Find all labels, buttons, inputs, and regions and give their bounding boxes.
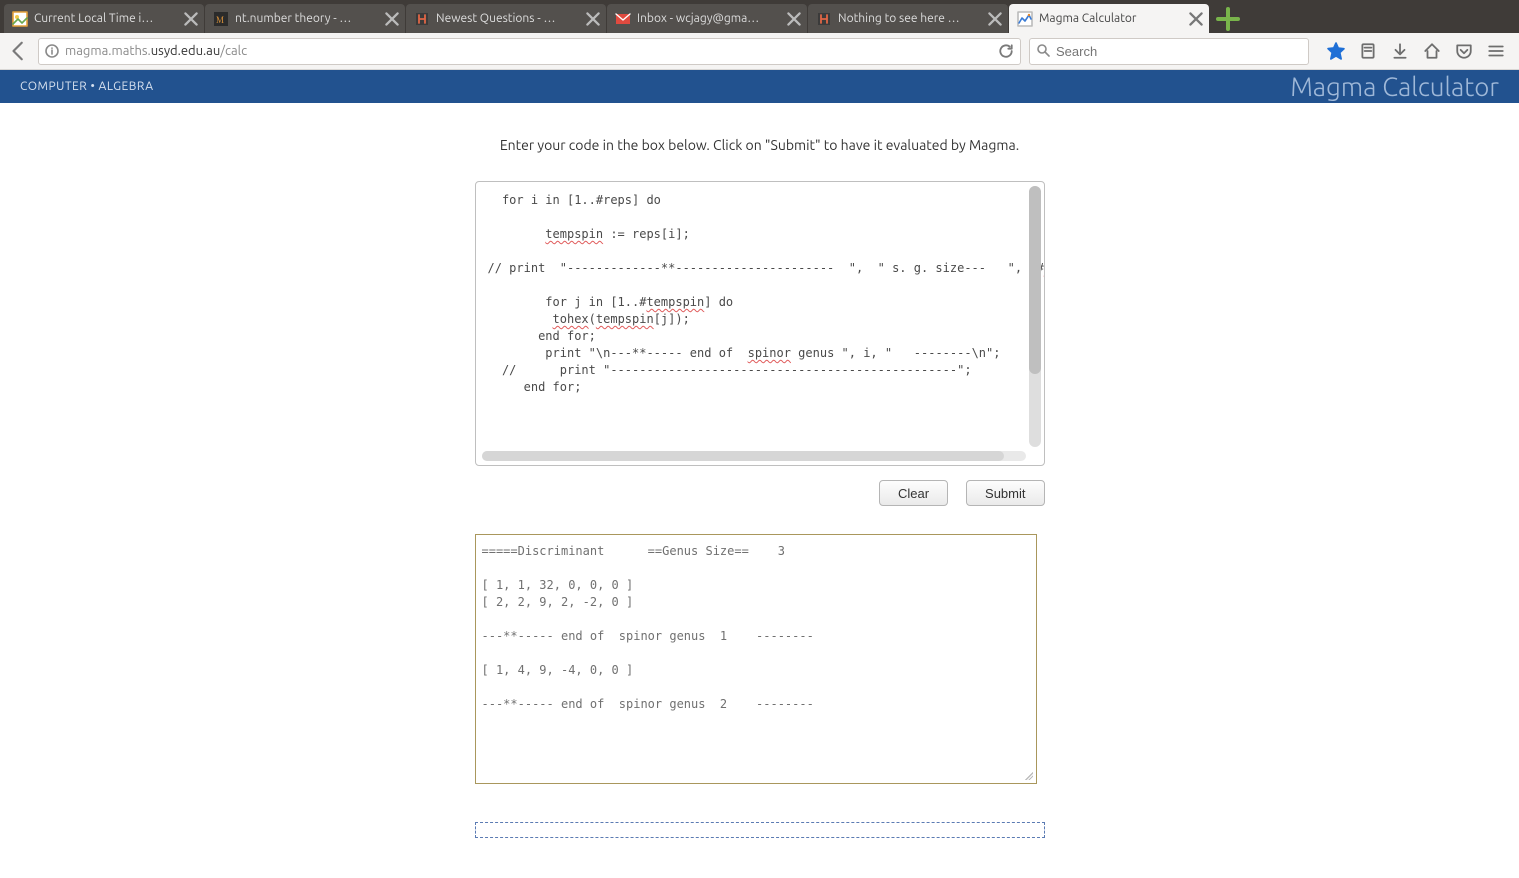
- favicon-icon: [12, 11, 28, 27]
- favicon-icon: M: [213, 11, 229, 27]
- close-icon[interactable]: [1189, 12, 1203, 26]
- favicon-icon: [414, 11, 430, 27]
- favicon-icon: [615, 11, 631, 27]
- tab-title: nt.number theory - …: [235, 12, 379, 25]
- page-banner: COMPUTER • ALGEBRA Magma Calculator: [0, 70, 1519, 103]
- url-pre: magma.maths.: [65, 44, 151, 58]
- search-box[interactable]: [1029, 38, 1309, 65]
- vertical-scrollbar[interactable]: [1029, 186, 1041, 447]
- close-icon[interactable]: [988, 12, 1002, 26]
- tab-title: Nothing to see here …: [838, 12, 982, 25]
- close-icon[interactable]: [385, 12, 399, 26]
- vertical-scroll-thumb[interactable]: [1029, 186, 1041, 374]
- bookmark-star-icon[interactable]: [1327, 42, 1345, 60]
- browser-tab[interactable]: Newest Questions - …: [406, 4, 606, 33]
- tab-title: Inbox - wcjagy@gma…: [637, 12, 781, 25]
- svg-text:M: M: [216, 15, 224, 25]
- horizontal-scroll-thumb[interactable]: [482, 451, 1004, 461]
- pocket-icon[interactable]: [1455, 42, 1473, 60]
- url-text: magma.maths.usyd.edu.au/calc: [65, 44, 992, 58]
- browser-tab[interactable]: Nothing to see here …: [808, 4, 1008, 33]
- instruction-text: Enter your code in the box below. Click …: [500, 137, 1019, 153]
- output-box[interactable]: =====Discriminant ==Genus Size== 3 [ 1, …: [475, 534, 1037, 784]
- url-bar[interactable]: magma.maths.usyd.edu.au/calc: [38, 38, 1021, 65]
- output-text: =====Discriminant ==Genus Size== 3 [ 1, …: [482, 544, 814, 711]
- favicon-icon: [816, 11, 832, 27]
- close-icon[interactable]: [586, 12, 600, 26]
- url-post: /calc: [220, 44, 247, 58]
- toolbar-icons: [1317, 42, 1511, 60]
- downloads-icon[interactable]: [1391, 42, 1409, 60]
- page-content: Enter your code in the box below. Click …: [0, 103, 1519, 878]
- home-icon[interactable]: [1423, 42, 1441, 60]
- url-host: usyd.edu.au: [151, 44, 221, 58]
- browser-tab[interactable]: M nt.number theory - …: [205, 4, 405, 33]
- browser-tabstrip: Current Local Time i… M nt.number theory…: [0, 0, 1519, 33]
- search-icon: [1036, 43, 1050, 60]
- tab-title: Current Local Time i…: [34, 12, 178, 25]
- close-icon[interactable]: [184, 12, 198, 26]
- menu-icon[interactable]: [1487, 42, 1505, 60]
- browser-tab[interactable]: Current Local Time i…: [4, 4, 204, 33]
- browser-tab[interactable]: Inbox - wcjagy@gma…: [607, 4, 807, 33]
- new-tab-button[interactable]: [1214, 7, 1242, 31]
- button-row: Clear Submit: [475, 480, 1045, 506]
- code-input-box: for i in [1..#reps] do tempspin := reps[…: [475, 181, 1045, 466]
- library-icon[interactable]: [1359, 42, 1377, 60]
- back-button[interactable]: [8, 40, 30, 62]
- close-icon[interactable]: [787, 12, 801, 26]
- timing-box: [475, 822, 1045, 838]
- tab-title: Magma Calculator: [1039, 12, 1183, 25]
- resize-handle-icon[interactable]: [1023, 770, 1035, 782]
- banner-title: Magma Calculator: [1290, 72, 1499, 101]
- submit-button[interactable]: Submit: [966, 480, 1044, 506]
- favicon-icon: [1017, 11, 1033, 27]
- reload-icon[interactable]: [998, 43, 1014, 59]
- search-input[interactable]: [1056, 44, 1302, 59]
- horizontal-scrollbar[interactable]: [482, 451, 1026, 461]
- browser-tab-active[interactable]: Magma Calculator: [1009, 4, 1209, 33]
- tab-title: Newest Questions - …: [436, 12, 580, 25]
- site-info-icon[interactable]: [45, 44, 59, 58]
- clear-button[interactable]: Clear: [879, 480, 948, 506]
- banner-left-text: COMPUTER • ALGEBRA: [20, 80, 154, 93]
- browser-navbar: magma.maths.usyd.edu.au/calc: [0, 33, 1519, 70]
- code-textarea[interactable]: for i in [1..#reps] do tempspin := reps[…: [476, 182, 1044, 465]
